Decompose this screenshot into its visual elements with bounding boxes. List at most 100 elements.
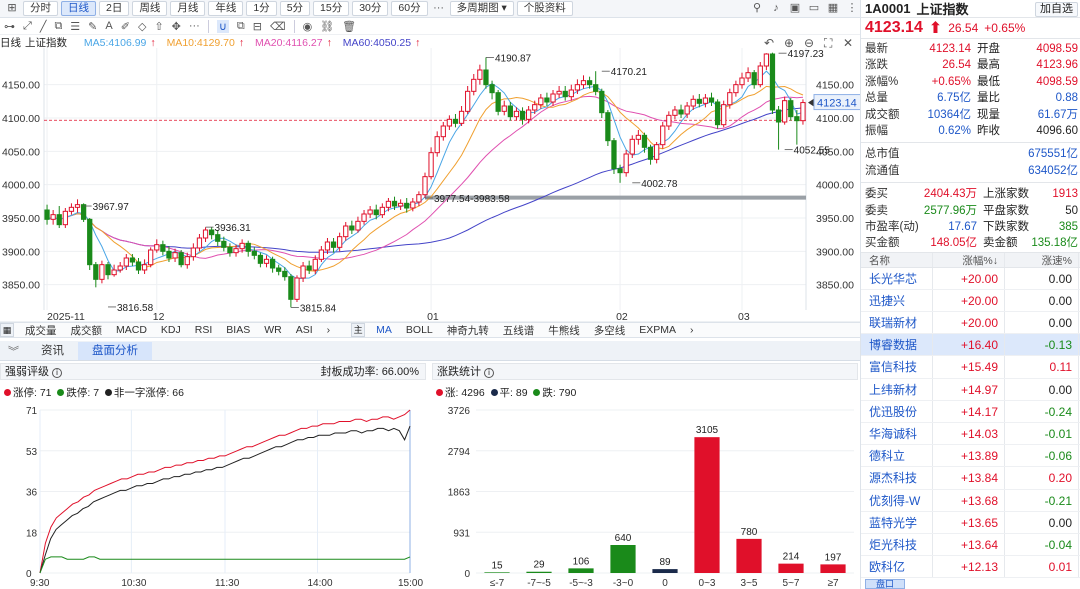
magnet-icon[interactable]: ∪ [216, 19, 229, 33]
bar-value: 640 [615, 533, 632, 544]
table-row[interactable]: 炬光科技 +13.64 -0.04 [861, 533, 1080, 557]
eye-icon[interactable]: ◉ [303, 20, 313, 33]
copy-icon[interactable]: ⧉ [237, 20, 245, 33]
period-button-5min[interactable]: 5分 [279, 1, 311, 16]
tab-news[interactable]: 资讯 [27, 342, 78, 360]
segment-tool-icon[interactable]: ╱ [40, 20, 47, 33]
bar-value: 214 [783, 552, 800, 563]
bar-3 [610, 545, 636, 573]
link-icon[interactable]: ⛓ [320, 20, 334, 33]
add-watchlist-button[interactable]: 加自选 [1035, 2, 1078, 17]
x-tick: 10:30 [121, 578, 146, 589]
period-button-15min[interactable]: 15分 [313, 1, 350, 16]
grid-icon[interactable]: ▦ [825, 1, 841, 16]
candle-body [154, 244, 160, 251]
more-icon[interactable]: ··· [431, 1, 447, 16]
table-row[interactable]: 源杰科技 +13.84 0.20 [861, 467, 1080, 490]
table-row[interactable]: 优刻得-W +13.68 -0.21 [861, 489, 1080, 512]
calendar-icon[interactable]: ▣ [787, 1, 803, 16]
stock-data-button[interactable]: 个股资料 [516, 1, 573, 16]
tab-ma[interactable]: MA [369, 324, 399, 336]
tab-asi[interactable]: ASI [289, 324, 320, 336]
channel-tool-icon[interactable]: ⧉ [54, 20, 62, 33]
pen-tool-icon[interactable]: ✎ [88, 20, 97, 33]
pencil-tool-icon[interactable]: ✐ [121, 20, 130, 33]
tab-kdj[interactable]: KDJ [154, 324, 188, 336]
table-row[interactable]: 德科立 +13.89 -0.06 [861, 445, 1080, 468]
table-row[interactable]: 华海诚科 +14.03 -0.01 [861, 423, 1080, 446]
shape-tool-icon[interactable]: ◇ [138, 20, 146, 33]
pin-icon[interactable]: ⚲ [749, 1, 765, 16]
period-button-2day[interactable]: 2日 [99, 1, 130, 16]
main-indicator-box[interactable]: 主 [351, 323, 366, 337]
tab-turnover[interactable]: 成交额 [64, 323, 110, 338]
arrow-tool-icon[interactable]: ⇧ [154, 20, 163, 33]
bar-6 [736, 538, 762, 573]
table-row[interactable]: 长光华芯 +20.00 0.00 [861, 267, 1080, 290]
ray-tool-icon[interactable]: ⊶ [4, 20, 15, 33]
period-button-daily[interactable]: 日线 [61, 1, 96, 16]
multi-period-button[interactable]: 多周期图 ▾ [449, 1, 514, 16]
tab-macd[interactable]: MACD [109, 324, 154, 336]
period-button-monthly[interactable]: 月线 [170, 1, 206, 16]
order-book-tab[interactable]: 盘口 [865, 579, 905, 589]
period-button-intraday[interactable]: 分时 [23, 1, 58, 16]
period-button-30min[interactable]: 30分 [352, 1, 389, 16]
crosshair-icon[interactable]: ⊞ [4, 1, 20, 16]
screen-icon[interactable]: ▭ [806, 1, 822, 16]
fib-tool-icon[interactable]: ☰ [70, 20, 80, 33]
period-button-weekly[interactable]: 周线 [132, 1, 168, 16]
tab-expma[interactable]: EXPMA [632, 324, 683, 336]
collapse-icon[interactable]: ︾ [0, 343, 27, 359]
col-pct[interactable]: 涨幅%↓ [933, 252, 1005, 267]
y-tick-right: 4150.00 [816, 80, 854, 92]
cross-tool-icon[interactable]: ✥ [172, 20, 181, 33]
table-row[interactable]: 富信科技 +15.49 0.11 [861, 356, 1080, 379]
y-tick-left: 3950.00 [2, 213, 40, 225]
col-name[interactable]: 名称 [861, 252, 933, 267]
lock-icon[interactable]: ⊟ [253, 20, 262, 33]
tab-boll[interactable]: BOLL [399, 324, 440, 336]
tab-market-analysis[interactable]: 盘面分析 [78, 341, 152, 360]
table-row[interactable]: 欧科亿 +12.13 0.01 [861, 556, 1080, 579]
tab-wr[interactable]: WR [257, 324, 289, 336]
tab-bias[interactable]: BIAS [219, 324, 257, 336]
tab-bull-bear[interactable]: 牛熊线 [541, 323, 587, 338]
table-row[interactable]: 蓝特光学 +13.65 0.00 [861, 511, 1080, 534]
x-tick: 9:30 [30, 578, 50, 589]
quote-key: 涨幅% [865, 75, 899, 88]
quote-value: 0.62% [938, 124, 971, 137]
line-tool-icon[interactable]: ⤢ [23, 20, 32, 33]
bell-icon[interactable]: ♪ [768, 1, 784, 16]
x-tick: 02 [616, 311, 628, 322]
tab-long-short[interactable]: 多空线 [587, 323, 633, 338]
trash-icon[interactable]: 🗑 [342, 20, 356, 33]
table-row[interactable]: 联瑞新材 +20.00 0.00 [861, 312, 1080, 335]
table-row[interactable]: 迅捷兴 +20.00 0.00 [861, 289, 1080, 313]
info-icon[interactable]: i [52, 368, 63, 378]
period-button-yearly[interactable]: 年线 [208, 1, 244, 16]
tab-volume[interactable]: 成交量 [18, 323, 64, 338]
indicator-grid-icon[interactable]: ▦ [0, 323, 14, 337]
last-price-arrow [808, 98, 814, 107]
text-tool-icon[interactable]: A [105, 20, 112, 32]
y-tick: 1863 [448, 488, 471, 499]
table-row[interactable]: 博睿数据 +16.40 -0.13 [861, 334, 1080, 357]
more-vertical-icon[interactable]: ⋮ [844, 1, 860, 16]
kline-chart[interactable]: 4150.00 4150.004100.00 4100.004050.00 4050.… [0, 48, 860, 322]
tools-more-icon[interactable]: ··· [189, 20, 200, 32]
chevron-right-icon[interactable]: › [683, 324, 701, 336]
table-row[interactable]: 优迅股份 +14.17 -0.24 [861, 400, 1080, 423]
period-button-60min[interactable]: 60分 [391, 1, 428, 16]
period-button-1min[interactable]: 1分 [246, 1, 277, 16]
delete-icon[interactable]: ⌫ [270, 20, 286, 33]
info-icon[interactable]: i [484, 368, 495, 378]
chevron-right-icon[interactable]: › [320, 324, 338, 336]
tab-five-lines[interactable]: 五线谱 [496, 323, 542, 338]
candle-body [184, 256, 190, 266]
candle-body [337, 236, 343, 248]
tab-rsi[interactable]: RSI [188, 324, 220, 336]
col-speed[interactable]: 涨速% [1005, 252, 1079, 267]
tab-magic-nine[interactable]: 神奇九转 [440, 323, 496, 338]
table-row[interactable]: 上纬新材 +14.97 0.00 [861, 378, 1080, 401]
